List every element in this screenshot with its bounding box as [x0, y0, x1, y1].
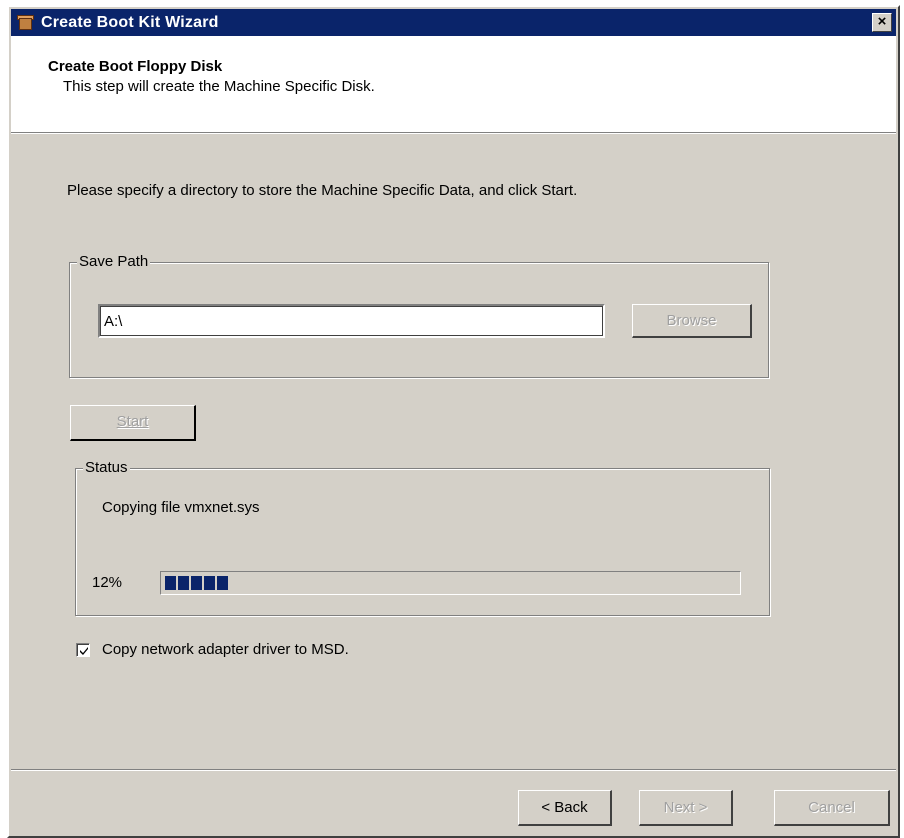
page-title: Create Boot Floppy Disk — [48, 58, 223, 75]
progress-block — [178, 576, 189, 590]
progress-block — [204, 576, 215, 590]
next-button[interactable]: Next > — [639, 790, 733, 826]
progress-fill — [165, 576, 230, 590]
browse-button[interactable]: Browse — [632, 304, 752, 338]
copy-driver-label: Copy network adapter driver to MSD. — [102, 641, 349, 658]
checkmark-icon — [80, 646, 88, 655]
back-button[interactable]: < Back — [518, 790, 612, 826]
status-message: Copying file vmxnet.sys — [102, 499, 260, 516]
close-button[interactable]: × — [872, 13, 892, 32]
progress-block — [217, 576, 228, 590]
cancel-button-label: Cancel — [808, 799, 855, 816]
title-bar[interactable]: Create Boot Kit Wizard × — [11, 9, 896, 36]
window-title: Create Boot Kit Wizard — [41, 13, 219, 31]
back-button-label: < Back — [541, 799, 588, 816]
close-icon: × — [877, 13, 887, 30]
cancel-button[interactable]: Cancel — [774, 790, 890, 826]
wizard-header: Create Boot Floppy Disk This step will c… — [11, 36, 896, 134]
status-label: Status — [83, 459, 130, 476]
save-path-input[interactable] — [98, 304, 605, 338]
save-path-group: Save Path Browse — [69, 253, 769, 378]
save-path-label: Save Path — [77, 253, 151, 270]
copy-driver-option[interactable]: Copy network adapter driver to MSD. — [76, 641, 349, 658]
boot-kit-icon — [17, 14, 35, 32]
instructions-text: Please specify a directory to store the … — [67, 182, 578, 199]
wizard-window: Create Boot Kit Wizard × Create Boot Flo… — [7, 5, 900, 838]
status-group: Status Copying file vmxnet.sys 12% — [75, 459, 770, 616]
progress-block — [191, 576, 202, 590]
start-button-label: Start — [116, 413, 149, 430]
next-button-label: Next > — [663, 799, 708, 816]
copy-driver-checkbox[interactable] — [76, 642, 90, 657]
page-subtitle: This step will create the Machine Specif… — [63, 78, 375, 95]
progress-percent: 12% — [92, 574, 123, 591]
progress-block — [165, 576, 176, 590]
footer-divider — [11, 769, 896, 771]
progress-bar — [160, 571, 741, 595]
start-button[interactable]: Start — [70, 405, 196, 441]
